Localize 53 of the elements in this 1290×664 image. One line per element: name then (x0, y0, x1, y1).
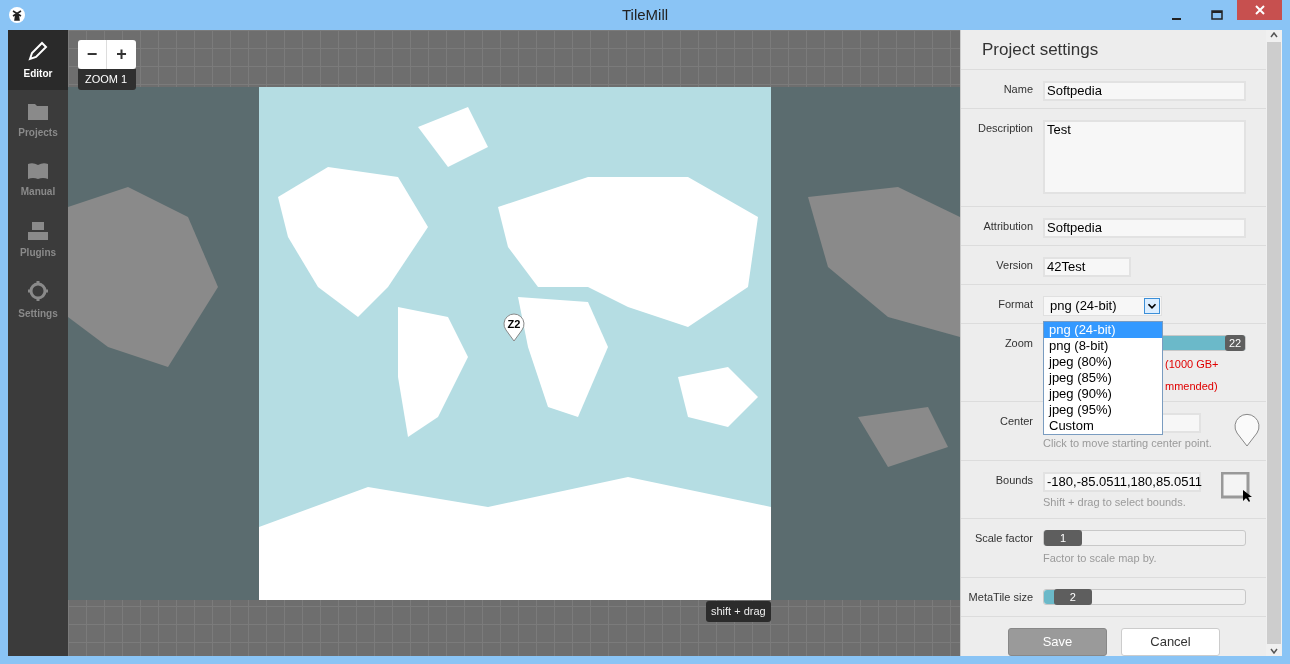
field-label: Center (998, 414, 1033, 430)
maximize-icon[interactable] (1211, 9, 1223, 21)
bounds-select-icon[interactable] (1221, 471, 1253, 502)
slider-handle[interactable]: 1 (1044, 530, 1082, 547)
scroll-up-icon[interactable] (1270, 32, 1278, 38)
sidebar-item[interactable]: Editor (8, 30, 68, 90)
pencil-icon (27, 39, 49, 62)
window-title: TileMill (621, 4, 669, 25)
dropdown-option[interactable]: jpeg (95%) (1044, 402, 1162, 418)
warning-text: mmended) (1165, 379, 1218, 395)
dropdown-option[interactable]: png (8-bit) (1044, 338, 1162, 354)
field-label: Bounds (994, 472, 1033, 488)
plug-icon (27, 220, 49, 241)
dropdown-option[interactable]: jpeg (90%) (1044, 386, 1162, 402)
text-field[interactable]: Softpedia (1043, 217, 1246, 238)
dropdown-option[interactable]: jpeg (80%) (1044, 354, 1162, 370)
text-field[interactable]: 42Test (1043, 256, 1131, 277)
slider-handle[interactable]: 22 (1225, 335, 1245, 352)
field-label: Scale factor (973, 531, 1033, 547)
dropdown-option[interactable]: Custom (1044, 418, 1162, 434)
scrollbar[interactable] (1266, 30, 1282, 656)
zoom-in-button[interactable]: + (107, 40, 136, 69)
scroll-down-icon[interactable] (1270, 648, 1278, 654)
hint-text: Shift + drag to select bounds. (1043, 494, 1187, 510)
close-button[interactable] (1237, 0, 1282, 20)
field-label: Description (976, 121, 1033, 137)
field-label: Zoom (1003, 336, 1033, 352)
scroll-thumb[interactable] (1267, 42, 1281, 644)
slider-track[interactable]: 1 (1043, 530, 1246, 547)
field-label: Version (995, 257, 1033, 273)
slider-track[interactable]: 2 (1043, 588, 1246, 605)
book-icon (27, 161, 49, 180)
warning-text: (1000 GB+ (1165, 357, 1219, 373)
field-label: Attribution (982, 218, 1033, 234)
settings-icon (27, 279, 49, 302)
close-icon (1254, 5, 1265, 15)
hint-text: Factor to scale map by. (1043, 551, 1158, 567)
field-label: Format (997, 296, 1033, 312)
field-label: MetaTile size (967, 589, 1033, 605)
bounds-field[interactable]: -180,-85.0511,180,85.0511 (1043, 471, 1201, 492)
map-marker[interactable]: Z2 (503, 312, 525, 342)
hint-label: shift + drag (706, 601, 771, 622)
field-label: Name (1002, 82, 1033, 97)
windmill-icon (9, 7, 25, 23)
format-select[interactable]: png (24-bit) (1043, 295, 1162, 316)
slider-handle[interactable]: 2 (1053, 588, 1092, 605)
text-field[interactable]: Softpedia (1043, 81, 1246, 101)
pin-icon[interactable] (1233, 413, 1260, 448)
cancel-button[interactable]: Cancel (1121, 628, 1220, 656)
dropdown-option[interactable]: jpeg (85%) (1044, 370, 1162, 386)
text-area[interactable]: Test (1043, 120, 1246, 195)
hint-text: Click to move starting center point. (1043, 436, 1212, 452)
zoom-level-label: ZOOM 1 (78, 69, 136, 90)
